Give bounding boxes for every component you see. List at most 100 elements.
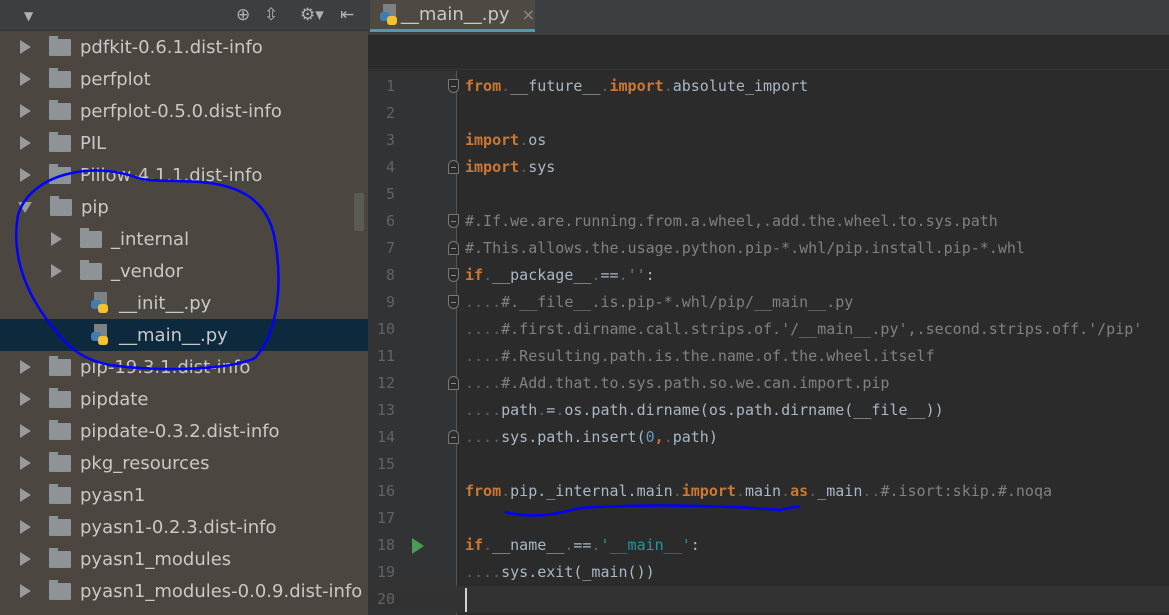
collapsed-arrow-icon[interactable] (20, 520, 31, 534)
code-token: == (600, 266, 619, 284)
code-token: : (690, 536, 700, 554)
code-token: . (663, 428, 673, 446)
close-tab-icon[interactable]: × (522, 5, 535, 24)
file-tree: pdfkit-0.6.1.dist-info perfplot perfplot-0… (0, 31, 368, 607)
code-line[interactable]: 8 if.__package__.==.'': (368, 262, 1169, 289)
collapsed-arrow-icon[interactable] (20, 360, 31, 374)
code-token: import (681, 482, 736, 500)
tree-item[interactable]: pip (0, 191, 368, 223)
line-number: 1 (385, 77, 395, 95)
code-token: #.__file__.is.pip-*.whl/pip/__main__.py (501, 293, 854, 311)
collapsed-arrow-icon[interactable] (20, 392, 31, 406)
code-line[interactable]: 20 (368, 586, 1169, 613)
code-line[interactable]: 15 (368, 451, 1169, 478)
hide-panel-icon[interactable]: ⇤ (340, 4, 354, 26)
collapsed-arrow-icon[interactable] (20, 136, 31, 150)
tree-item[interactable]: Pillow-4.1.1.dist-info (0, 159, 368, 191)
tree-item[interactable]: __init__.py (0, 287, 368, 319)
tab-label: __main__.py (400, 4, 510, 25)
fold-marker-icon[interactable] (448, 214, 459, 228)
folder-icon (49, 419, 71, 440)
code-text: ....path.=.os.path.dirname(os.path.dirna… (465, 397, 944, 424)
tree-item[interactable]: pip-19.3.1.dist-info (0, 351, 368, 383)
code-line[interactable]: 19 ....sys.exit(_main()) (368, 559, 1169, 586)
fold-marker-icon[interactable] (448, 160, 459, 174)
tree-item[interactable]: pyasn1_modules-0.0.9.dist-info (0, 575, 368, 607)
code-text (465, 586, 467, 613)
code-line[interactable]: 17 (368, 505, 1169, 532)
code-line[interactable]: 7 #.This.allows.the.usage.python.pip-*.wh… (368, 235, 1169, 262)
code-line[interactable]: 5 (368, 181, 1169, 208)
folder-icon (49, 67, 71, 88)
code-line[interactable]: 16 from.pip._internal.main.import.main.as… (368, 478, 1169, 505)
fold-marker-icon[interactable] (448, 295, 459, 309)
fold-marker-icon[interactable] (448, 430, 459, 444)
collapsed-arrow-icon[interactable] (20, 104, 31, 118)
folder-icon (49, 35, 71, 56)
collapse-dropdown-icon[interactable]: ▼ (24, 5, 33, 27)
code-line[interactable]: 9 ....#.__file__.is.pip-*.whl/pip/__main_… (368, 289, 1169, 316)
tree-item-label: pip (81, 196, 109, 218)
folder-icon (49, 579, 71, 600)
code-line[interactable]: 12 ....#.Add.that.to.sys.path.so.we.can.i… (368, 370, 1169, 397)
fold-marker-icon[interactable] (448, 241, 459, 255)
run-icon[interactable] (412, 538, 424, 554)
code-line[interactable]: 13 ....path.=.os.path.dirname(os.path.dir… (368, 397, 1169, 424)
tree-item[interactable]: _internal (0, 223, 368, 255)
line-number: 9 (385, 293, 395, 311)
collapsed-arrow-icon[interactable] (20, 40, 31, 54)
tree-item[interactable]: __main__.py (0, 319, 368, 351)
folder-icon (49, 163, 71, 184)
collapsed-arrow-icon[interactable] (20, 424, 31, 438)
code-area[interactable]: 1 from.__future__.import.absolute_import 2… (368, 73, 1169, 613)
fold-marker-icon[interactable] (448, 79, 459, 93)
fold-marker-icon[interactable] (448, 376, 459, 390)
collapsed-arrow-icon[interactable] (20, 552, 31, 566)
collapsed-arrow-icon[interactable] (51, 232, 62, 246)
folder-icon (49, 355, 71, 376)
tree-item[interactable]: pdfkit-0.6.1.dist-info (0, 31, 368, 63)
collapsed-arrow-icon[interactable] (20, 72, 31, 86)
code-text: ....#.Add.that.to.sys.path.so.we.can.imp… (465, 370, 889, 397)
gear-icon[interactable]: ⚙▾ (300, 4, 324, 26)
tree-item[interactable]: perfplot-0.5.0.dist-info (0, 95, 368, 127)
tree-item[interactable]: pkg_resources (0, 447, 368, 479)
fold-marker-icon[interactable] (448, 268, 459, 282)
code-line[interactable]: 1 from.__future__.import.absolute_import (368, 73, 1169, 100)
code-line[interactable]: 4 import.sys (368, 154, 1169, 181)
code-line[interactable]: 10 ....#.first.dirname.call.strips.of.'/_… (368, 316, 1169, 343)
tab-main-py[interactable]: __main__.py × (370, 0, 535, 32)
expanded-arrow-icon[interactable] (18, 201, 32, 213)
code-line[interactable]: 11 ....#.Resulting.path.is.the.name.of.th… (368, 343, 1169, 370)
code-line[interactable]: 2 (368, 100, 1169, 127)
code-line[interactable]: 6 #.If.we.are.running.from.a.wheel,.add.t… (368, 208, 1169, 235)
code-line[interactable]: 3 import.os (368, 127, 1169, 154)
collapsed-arrow-icon[interactable] (20, 584, 31, 598)
python-file-icon (91, 324, 111, 346)
code-token: from (465, 77, 502, 95)
collapsed-arrow-icon[interactable] (20, 168, 31, 182)
code-line[interactable]: 14 ....sys.path.insert(0,.path) (368, 424, 1169, 451)
locate-icon[interactable]: ⊕ (236, 4, 250, 26)
collapsed-arrow-icon[interactable] (20, 488, 31, 502)
code-token: #.first.dirname.call.strips.of.'/__main_… (501, 320, 1143, 338)
tree-item[interactable]: pipdate (0, 383, 368, 415)
folder-icon (49, 515, 71, 536)
collapsed-arrow-icon[interactable] (51, 264, 62, 278)
tree-item[interactable]: pipdate-0.3.2.dist-info (0, 415, 368, 447)
tree-item[interactable]: _vendor (0, 255, 368, 287)
code-token: . (555, 401, 565, 419)
code-token: .... (465, 347, 502, 365)
tree-item[interactable]: pyasn1 (0, 479, 368, 511)
tree-item[interactable]: pyasn1_modules (0, 543, 368, 575)
code-token: os.path.dirname(os.path.dirname(__file__… (564, 401, 944, 419)
code-token: . (483, 266, 493, 284)
collapse-all-icon[interactable]: ⇳ (264, 4, 278, 26)
tree-item[interactable]: PIL (0, 127, 368, 159)
tree-item[interactable]: pyasn1-0.2.3.dist-info (0, 511, 368, 543)
code-line[interactable]: 18 if.__name__.==.'__main__': (368, 532, 1169, 559)
code-token: absolute_import (672, 77, 809, 95)
tree-item[interactable]: perfplot (0, 63, 368, 95)
tree-scrollbar[interactable] (354, 193, 364, 231)
collapsed-arrow-icon[interactable] (20, 456, 31, 470)
